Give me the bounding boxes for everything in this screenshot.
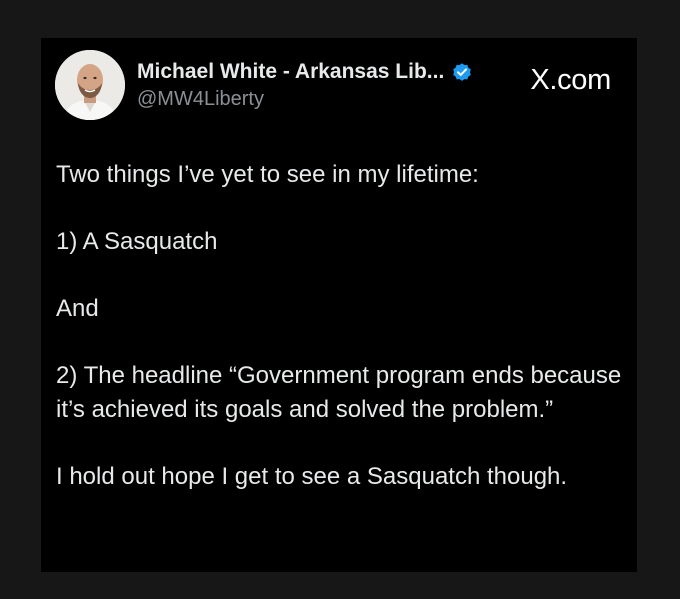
display-name[interactable]: Michael White - Arkansas Lib... [137,60,444,84]
post-paragraph-2: 1) A Sasquatch [56,228,218,255]
screenshot-frame: Michael White - Arkansas Lib... @MW4Libe… [0,0,680,599]
user-handle[interactable]: @MW4Liberty [137,88,264,111]
verified-badge-icon [451,61,473,83]
post-text: Two things I’ve yet to see in my lifetim… [56,158,628,494]
post-paragraph-4: 2) The headline “Government program ends… [56,362,628,423]
name-row: Michael White - Arkansas Lib... [137,59,473,85]
post-card: Michael White - Arkansas Lib... @MW4Libe… [41,38,637,572]
post-header: Michael White - Arkansas Lib... @MW4Libe… [55,50,625,120]
profile-avatar-icon [55,50,125,120]
post-paragraph-1: Two things I’ve yet to see in my lifetim… [56,161,479,188]
avatar[interactable] [55,50,125,120]
post-paragraph-3: And [56,295,99,322]
x-com-brand: X.com [530,64,611,96]
post-paragraph-5: I hold out hope I get to see a Sasquatch… [56,463,568,490]
